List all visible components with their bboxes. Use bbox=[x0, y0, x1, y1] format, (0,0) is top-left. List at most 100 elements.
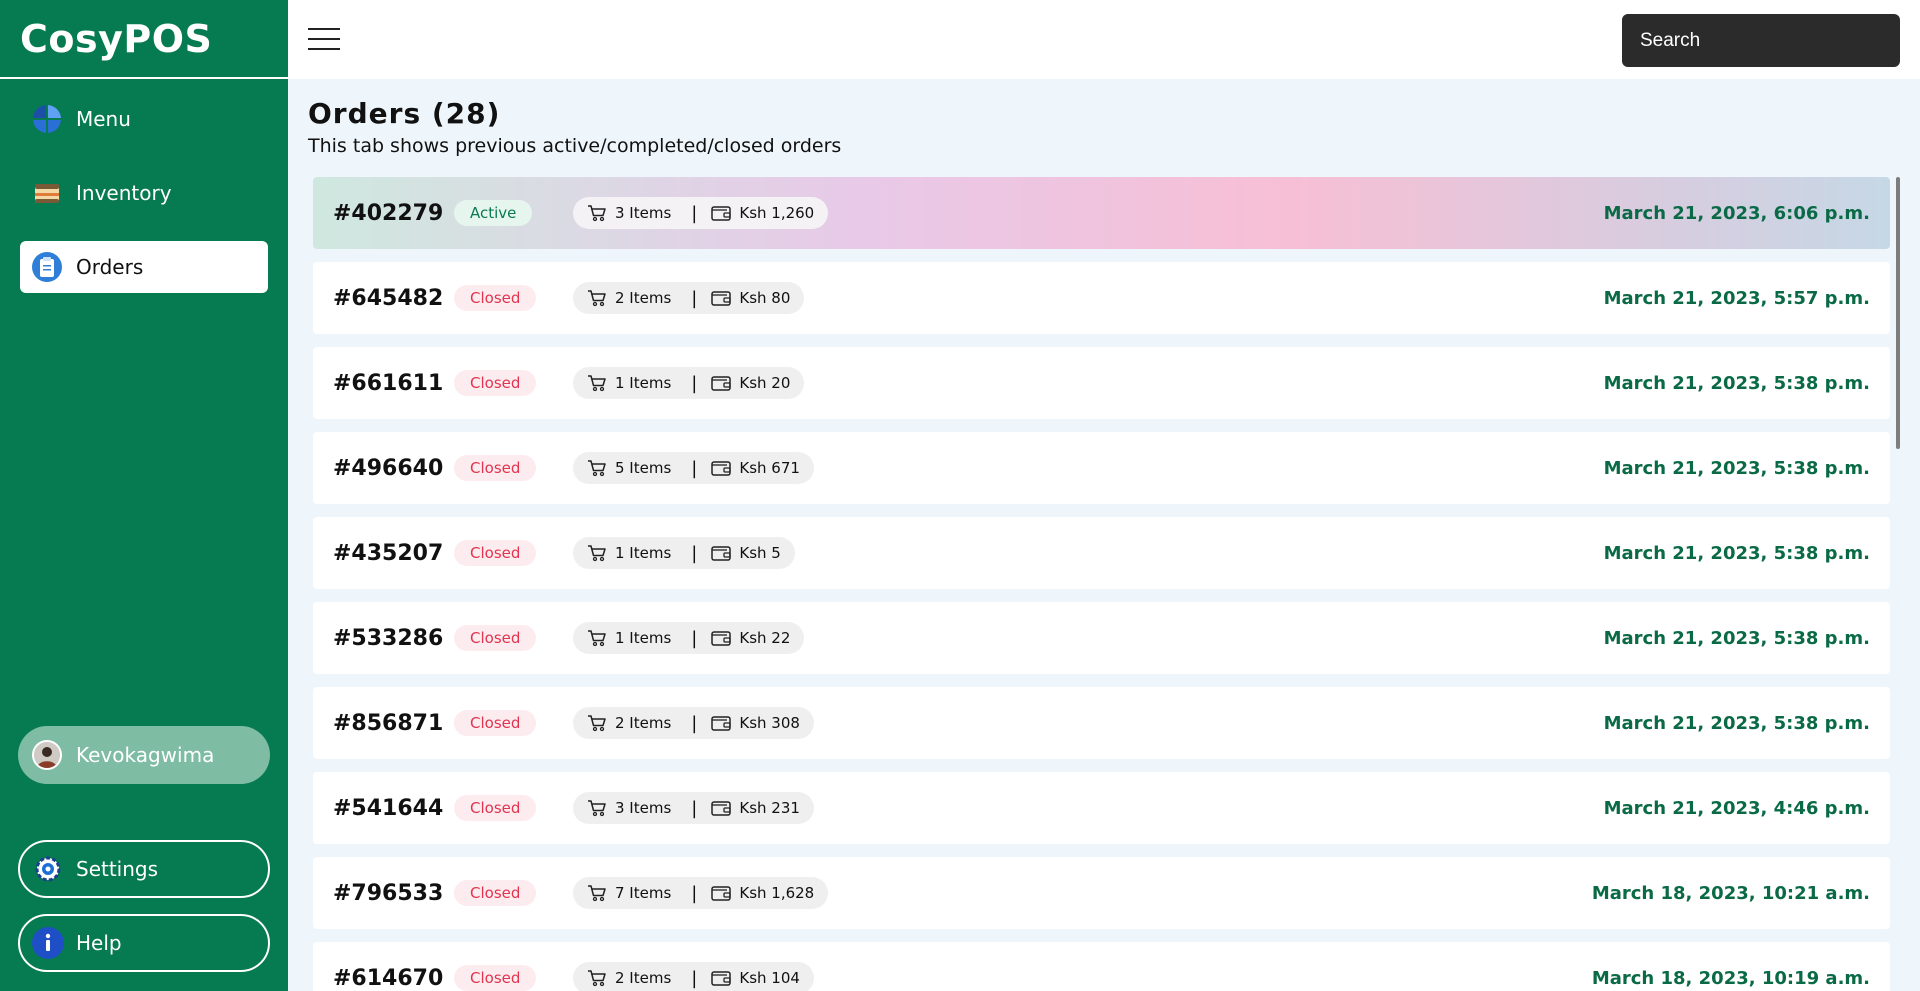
page-subtitle: This tab shows previous active/completed… bbox=[308, 135, 842, 157]
wallet-icon bbox=[711, 375, 739, 392]
order-summary: 5 Items | Ksh 671 bbox=[573, 452, 814, 484]
cart-icon bbox=[587, 374, 615, 392]
order-total: Ksh 1,260 bbox=[739, 204, 815, 222]
separator: | bbox=[691, 457, 698, 479]
page-title: Orders (28) bbox=[308, 97, 501, 130]
order-total: Ksh 22 bbox=[739, 629, 791, 647]
sidebar: CosyPOS Menu Inventory Orders Kevokagwim… bbox=[0, 0, 288, 991]
separator: | bbox=[691, 202, 698, 224]
separator: | bbox=[691, 287, 698, 309]
orders-list: #402279 Active 3 Items | Ksh 1,260 March 21, … bbox=[313, 177, 1890, 991]
order-total: Ksh 671 bbox=[739, 459, 800, 477]
order-row[interactable]: #856871 Closed 2 Items | Ksh 308 March 21, 20… bbox=[313, 687, 1890, 759]
order-summary: 2 Items | Ksh 80 bbox=[573, 282, 805, 314]
sidebar-item-menu[interactable]: Menu bbox=[20, 93, 268, 145]
hamburger-menu-icon[interactable] bbox=[308, 28, 340, 50]
wallet-icon bbox=[711, 715, 739, 732]
order-row[interactable]: #645482 Closed 2 Items | Ksh 80 March 21, 202… bbox=[313, 262, 1890, 334]
order-date: March 21, 2023, 6:06 p.m. bbox=[1603, 202, 1870, 224]
wallet-icon bbox=[711, 800, 739, 817]
scrollbar[interactable] bbox=[1896, 177, 1900, 449]
order-total: Ksh 80 bbox=[739, 289, 791, 307]
order-date: March 21, 2023, 5:38 p.m. bbox=[1603, 457, 1870, 479]
order-date: March 18, 2023, 10:21 a.m. bbox=[1591, 882, 1870, 904]
item-count: 3 Items bbox=[615, 204, 672, 222]
wallet-icon bbox=[711, 290, 739, 307]
order-summary: 1 Items | Ksh 20 bbox=[573, 367, 805, 399]
order-summary: 1 Items | Ksh 22 bbox=[573, 622, 805, 654]
order-id: #796533 bbox=[333, 880, 444, 906]
order-row[interactable]: #796533 Closed 7 Items | Ksh 1,628 March 18, … bbox=[313, 857, 1890, 929]
sidebar-item-label: Inventory bbox=[76, 181, 172, 205]
order-total: Ksh 231 bbox=[739, 799, 800, 817]
separator: | bbox=[691, 627, 698, 649]
cart-icon bbox=[587, 629, 615, 647]
status-badge: Closed bbox=[454, 285, 537, 311]
separator: | bbox=[691, 712, 698, 734]
item-count: 1 Items bbox=[615, 629, 672, 647]
order-total: Ksh 104 bbox=[739, 969, 800, 987]
sidebar-item-label: Menu bbox=[76, 107, 131, 131]
settings-button[interactable]: Settings bbox=[18, 840, 270, 898]
item-count: 1 Items bbox=[615, 374, 672, 392]
order-row[interactable]: #614670 Closed 2 Items | Ksh 104 March 18, 20… bbox=[313, 942, 1890, 991]
order-summary: 1 Items | Ksh 5 bbox=[573, 537, 795, 569]
order-id: #645482 bbox=[333, 285, 444, 311]
cart-icon bbox=[587, 544, 615, 562]
item-count: 2 Items bbox=[615, 289, 672, 307]
search-input[interactable] bbox=[1622, 14, 1900, 67]
wallet-icon bbox=[711, 460, 739, 477]
status-badge: Closed bbox=[454, 880, 537, 906]
user-name: Kevokagwima bbox=[76, 743, 215, 767]
order-row[interactable]: #435207 Closed 1 Items | Ksh 5 March 21, 2023… bbox=[313, 517, 1890, 589]
top-header bbox=[288, 0, 1920, 79]
avatar bbox=[32, 740, 62, 770]
order-date: March 18, 2023, 10:19 a.m. bbox=[1591, 967, 1870, 989]
separator: | bbox=[691, 372, 698, 394]
separator: | bbox=[691, 882, 698, 904]
order-row[interactable]: #402279 Active 3 Items | Ksh 1,260 March 21, … bbox=[313, 177, 1890, 249]
wallet-icon bbox=[711, 970, 739, 987]
status-badge: Closed bbox=[454, 625, 537, 651]
status-badge: Closed bbox=[454, 965, 537, 991]
order-summary: 2 Items | Ksh 308 bbox=[573, 707, 814, 739]
order-row[interactable]: #541644 Closed 3 Items | Ksh 231 March 21, 20… bbox=[313, 772, 1890, 844]
inventory-icon bbox=[32, 178, 62, 208]
order-summary: 3 Items | Ksh 1,260 bbox=[573, 197, 829, 229]
order-row[interactable]: #533286 Closed 1 Items | Ksh 22 March 21, 202… bbox=[313, 602, 1890, 674]
order-id: #402279 bbox=[333, 200, 444, 226]
order-id: #496640 bbox=[333, 455, 444, 481]
order-total: Ksh 1,628 bbox=[739, 884, 815, 902]
wallet-icon bbox=[711, 205, 739, 222]
brand-logo[interactable]: CosyPOS bbox=[0, 0, 288, 79]
wallet-icon bbox=[711, 630, 739, 647]
user-profile[interactable]: Kevokagwima bbox=[18, 726, 270, 784]
separator: | bbox=[691, 542, 698, 564]
pie-chart-icon bbox=[32, 104, 62, 134]
order-id: #856871 bbox=[333, 710, 444, 736]
gear-icon bbox=[32, 853, 64, 885]
status-badge: Closed bbox=[454, 370, 537, 396]
order-total: Ksh 20 bbox=[739, 374, 791, 392]
order-date: March 21, 2023, 5:57 p.m. bbox=[1603, 287, 1870, 309]
order-total: Ksh 5 bbox=[739, 544, 781, 562]
sidebar-item-inventory[interactable]: Inventory bbox=[20, 167, 268, 219]
sidebar-item-label: Orders bbox=[76, 255, 144, 279]
order-summary: 2 Items | Ksh 104 bbox=[573, 962, 814, 991]
status-badge: Closed bbox=[454, 795, 537, 821]
brand-name: CosyPOS bbox=[20, 16, 213, 61]
status-badge: Closed bbox=[454, 710, 537, 736]
item-count: 1 Items bbox=[615, 544, 672, 562]
wallet-icon bbox=[711, 545, 739, 562]
order-row[interactable]: #661611 Closed 1 Items | Ksh 20 March 21, 202… bbox=[313, 347, 1890, 419]
order-row[interactable]: #496640 Closed 5 Items | Ksh 671 March 21, 20… bbox=[313, 432, 1890, 504]
help-button[interactable]: Help bbox=[18, 914, 270, 972]
order-date: March 21, 2023, 5:38 p.m. bbox=[1603, 372, 1870, 394]
order-date: March 21, 2023, 5:38 p.m. bbox=[1603, 627, 1870, 649]
wallet-icon bbox=[711, 885, 739, 902]
status-badge: Active bbox=[454, 200, 533, 226]
order-id: #435207 bbox=[333, 540, 444, 566]
help-label: Help bbox=[76, 931, 122, 955]
sidebar-item-orders[interactable]: Orders bbox=[20, 241, 268, 293]
order-id: #661611 bbox=[333, 370, 444, 396]
